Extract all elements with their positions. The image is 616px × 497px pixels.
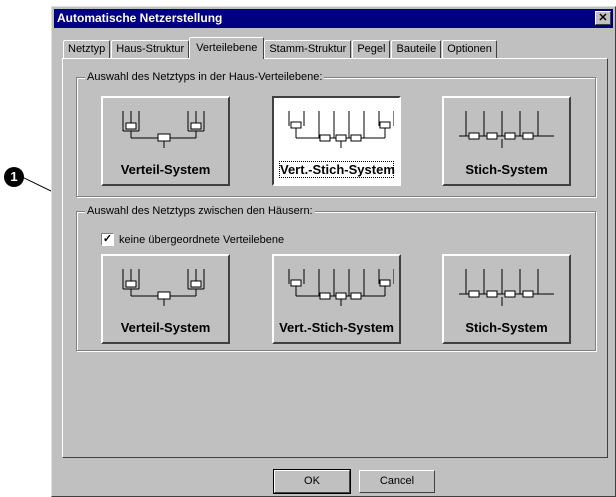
tab-pegel[interactable]: Pegel <box>352 40 391 59</box>
tab-stamm-struktur[interactable]: Stamm-Struktur <box>264 40 352 59</box>
verteil-system-label: Verteil-System <box>120 162 211 177</box>
vert-stich-system-label-2: Vert.-Stich-System <box>279 320 394 335</box>
verteil-system-label-2: Verteil-System <box>120 320 211 335</box>
verteil-system-icon <box>122 111 205 148</box>
stich-system-button-2[interactable]: Stich-System <box>442 254 571 344</box>
tab-bauteile[interactable]: Bauteile <box>391 40 442 59</box>
dialog-window: Automatische Netzerstellung ✕ Netztyp Ha… <box>51 6 616 497</box>
ok-button[interactable]: OK <box>273 469 351 494</box>
tab-strip: Netztyp Haus-Struktur Verteilebene Stamm… <box>63 37 498 59</box>
stich-system-label: Stich-System <box>465 162 548 177</box>
callout-marker: 1 <box>4 167 24 187</box>
checkbox-label: keine übergeordnete Verteilebene <box>119 233 285 246</box>
tab-panel-verteilebene: Auswahl des Netztyps in der Haus-Verteil… <box>62 58 608 458</box>
window-title: Automatische Netzerstellung <box>57 11 223 25</box>
stich-system-button[interactable]: Stich-System <box>442 96 571 186</box>
group-zwischen-haeusern: Auswahl des Netztyps zwischen den Häuser… <box>76 204 596 351</box>
vert-stich-system-label: Vert.-Stich-System <box>279 161 395 178</box>
verteil-system-button[interactable]: Verteil-System <box>101 96 230 186</box>
vert-stich-system-button[interactable]: Vert.-Stich-System <box>272 96 401 186</box>
tab-haus-struktur[interactable]: Haus-Struktur <box>111 40 190 59</box>
tab-netztyp[interactable]: Netztyp <box>63 40 111 59</box>
vert-stich-system-icon <box>288 269 394 306</box>
verteil-system-button-2[interactable]: Verteil-System <box>101 254 230 344</box>
cancel-button[interactable]: Cancel <box>359 470 435 493</box>
stich-system-label-2: Stich-System <box>465 320 548 335</box>
close-button[interactable]: ✕ <box>595 11 611 25</box>
vert-stich-system-icon <box>288 111 394 148</box>
stich-system-icon <box>459 269 554 306</box>
checkbox-box[interactable]: ✓ <box>101 233 114 246</box>
tab-verteilebene[interactable]: Verteilebene <box>189 37 265 59</box>
vert-stich-system-button-2[interactable]: Vert.-Stich-System <box>272 254 401 344</box>
group-haus-verteilebene: Auswahl des Netztyps in der Haus-Verteil… <box>76 70 596 197</box>
checkbox-keine-verteilebene[interactable]: ✓ keine übergeordnete Verteilebene <box>101 233 284 246</box>
group-zwischen-haeusern-label: Auswahl des Netztyps zwischen den Häuser… <box>85 204 315 218</box>
group-haus-verteilebene-label: Auswahl des Netztyps in der Haus-Verteil… <box>85 70 325 84</box>
title-bar: Automatische Netzerstellung ✕ <box>54 9 613 28</box>
stich-system-icon <box>459 111 554 148</box>
verteil-system-icon <box>122 269 205 306</box>
tab-optionen[interactable]: Optionen <box>442 40 497 59</box>
